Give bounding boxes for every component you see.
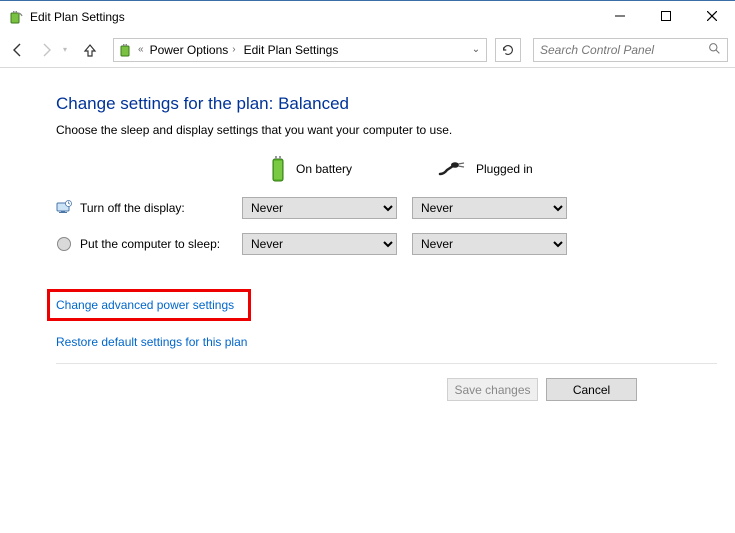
plugged-in-label: Plugged in bbox=[476, 162, 533, 176]
chevron-right-icon: › bbox=[232, 44, 235, 55]
sleep-label-text: Put the computer to sleep: bbox=[80, 237, 220, 251]
on-battery-header: On battery bbox=[242, 155, 412, 183]
search-placeholder: Search Control Panel bbox=[540, 43, 708, 57]
up-button[interactable] bbox=[79, 39, 101, 61]
sleep-timeout-row: Put the computer to sleep: Never Never bbox=[56, 233, 717, 255]
close-button[interactable] bbox=[689, 1, 735, 31]
sleep-plugged-select[interactable]: Never bbox=[412, 233, 567, 255]
sleep-icon bbox=[56, 236, 72, 252]
display-label-text: Turn off the display: bbox=[80, 201, 185, 215]
breadcrumb-root-chevron[interactable]: « bbox=[138, 44, 144, 55]
navigation-bar: ▾ « Power Options › Edit Plan Settings ⌄… bbox=[0, 32, 735, 68]
maximize-button[interactable] bbox=[643, 1, 689, 31]
sleep-timeout-label: Put the computer to sleep: bbox=[56, 236, 242, 252]
window: Edit Plan Settings ▾ bbox=[0, 0, 735, 533]
save-button[interactable]: Save changes bbox=[447, 378, 538, 401]
display-icon bbox=[56, 200, 72, 216]
display-plugged-select[interactable]: Never bbox=[412, 197, 567, 219]
restore-defaults-link[interactable]: Restore default settings for this plan bbox=[56, 335, 247, 349]
display-battery-select[interactable]: Never bbox=[242, 197, 397, 219]
window-title: Edit Plan Settings bbox=[30, 10, 597, 24]
back-button[interactable] bbox=[7, 39, 29, 61]
links-area: Change advanced power settings Restore d… bbox=[56, 289, 717, 349]
cancel-button[interactable]: Cancel bbox=[546, 378, 637, 401]
minimize-button[interactable] bbox=[597, 1, 643, 31]
display-timeout-row: Turn off the display: Never Never bbox=[56, 197, 717, 219]
sleep-battery-select[interactable]: Never bbox=[242, 233, 397, 255]
breadcrumb-item-2: Edit Plan Settings bbox=[244, 43, 339, 57]
address-bar[interactable]: « Power Options › Edit Plan Settings ⌄ bbox=[113, 38, 487, 62]
search-input[interactable]: Search Control Panel bbox=[533, 38, 728, 62]
address-dropdown[interactable]: ⌄ bbox=[466, 44, 486, 55]
breadcrumb-power-options[interactable]: Power Options › bbox=[148, 43, 238, 57]
battery-icon bbox=[268, 155, 288, 183]
content-area: Change settings for the plan: Balanced C… bbox=[0, 68, 735, 533]
display-timeout-label: Turn off the display: bbox=[56, 200, 242, 216]
control-panel-icon bbox=[118, 42, 134, 58]
history-dropdown[interactable]: ▾ bbox=[63, 45, 73, 54]
advanced-settings-link[interactable]: Change advanced power settings bbox=[47, 289, 251, 321]
refresh-button[interactable] bbox=[495, 38, 521, 62]
window-controls bbox=[597, 1, 735, 32]
search-icon bbox=[708, 42, 721, 58]
plugged-in-header: Plugged in bbox=[412, 160, 582, 178]
divider bbox=[56, 363, 717, 364]
plug-icon bbox=[438, 160, 468, 178]
on-battery-label: On battery bbox=[296, 162, 352, 176]
breadcrumb-item-1: Power Options bbox=[150, 43, 229, 57]
breadcrumb-edit-plan[interactable]: Edit Plan Settings bbox=[242, 43, 341, 57]
power-options-icon bbox=[8, 9, 24, 25]
column-headers: On battery Plugged in bbox=[56, 155, 717, 183]
page-subtitle: Choose the sleep and display settings th… bbox=[56, 123, 717, 137]
forward-button[interactable] bbox=[35, 39, 57, 61]
page-title: Change settings for the plan: Balanced bbox=[56, 94, 717, 114]
titlebar: Edit Plan Settings bbox=[0, 1, 735, 32]
footer-buttons: Save changes Cancel bbox=[56, 378, 717, 401]
